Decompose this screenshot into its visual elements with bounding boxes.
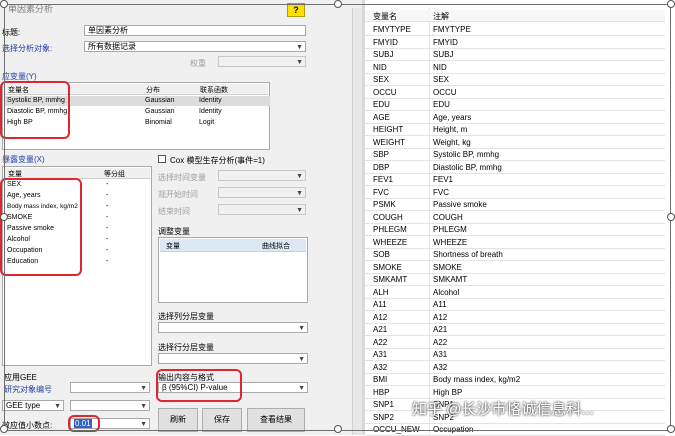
resize-handle[interactable] <box>0 213 8 221</box>
resize-handle[interactable] <box>0 0 8 8</box>
resize-handle[interactable] <box>667 425 675 433</box>
resize-handle[interactable] <box>667 213 675 221</box>
resize-handle[interactable] <box>0 425 8 433</box>
resize-handle[interactable] <box>334 0 342 8</box>
watermark: 知乎 @长沙市恪诚信息科... <box>412 401 594 418</box>
resize-handle[interactable] <box>667 0 675 8</box>
selection-frame <box>4 4 671 431</box>
resize-handle[interactable] <box>334 425 342 433</box>
